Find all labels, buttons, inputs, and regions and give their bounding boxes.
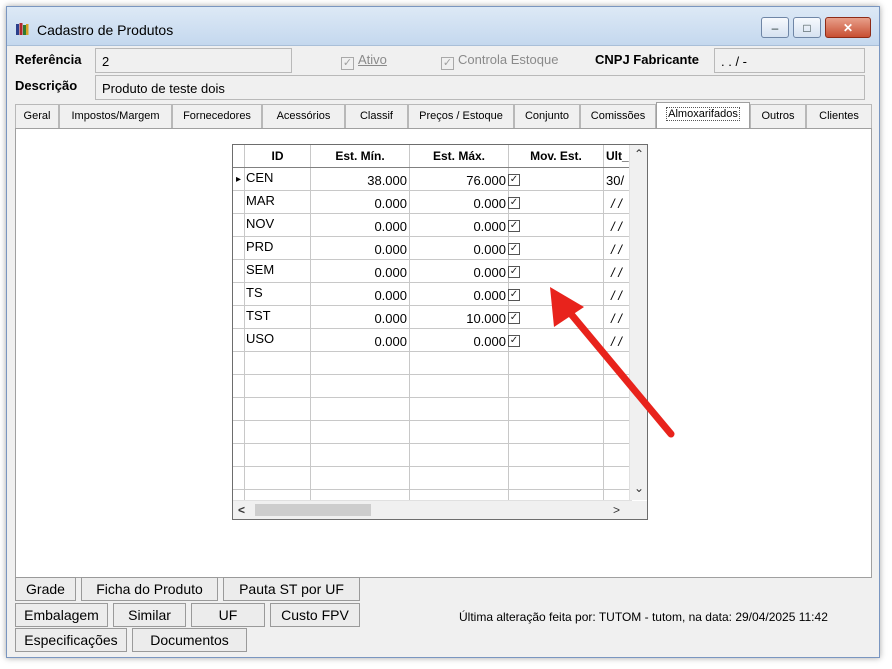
embalagem-button[interactable]: Embalagem	[15, 603, 108, 627]
referencia-label: Referência	[15, 52, 82, 67]
tab-precos-estoque[interactable]: Preços / Estoque	[408, 104, 514, 128]
arrow-shaft	[567, 310, 675, 438]
app-books-icon	[16, 23, 29, 35]
maximize-icon: □	[803, 21, 811, 35]
close-button[interactable]: ✕	[825, 17, 871, 38]
tab-acessorios-label: Acessórios	[276, 110, 331, 122]
tab-conjunto-label: Conjunto	[524, 110, 570, 122]
referencia-field[interactable]: 2	[95, 48, 292, 73]
tab-clientes[interactable]: Clientes	[806, 104, 872, 128]
tab-fornecedores-label: Fornecedores	[183, 110, 251, 122]
window-title: Cadastro de Produtos	[37, 22, 174, 38]
ativo-label: Ativo	[358, 52, 387, 67]
minimize-button[interactable]: –	[761, 17, 789, 38]
red-annotation-arrow	[550, 287, 675, 438]
ficha-do-produto-button[interactable]: Ficha do Produto	[81, 577, 218, 601]
last-change-status: Última alteração feita por: TUTOM - tuto…	[459, 610, 828, 624]
tab-impostos-margem[interactable]: Impostos/Margem	[59, 104, 172, 128]
tab-fornecedores[interactable]: Fornecedores	[172, 104, 262, 128]
tab-outros-label: Outros	[761, 110, 795, 122]
grade-button[interactable]: Grade	[15, 577, 76, 601]
tab-clientes-label: Clientes	[819, 110, 859, 122]
controla-estoque-check-icon: ✓	[441, 57, 454, 70]
tab-geral-label: Geral	[23, 110, 51, 122]
controla-estoque-label: Controla Estoque	[458, 52, 559, 67]
controla-estoque-checkbox[interactable]: ✓ Controla Estoque	[441, 52, 558, 70]
tab-classif[interactable]: Classif	[345, 104, 408, 128]
tab-almoxarifados[interactable]: Almoxarifados	[656, 102, 750, 129]
similar-button[interactable]: Similar	[113, 603, 186, 627]
product-window: Cadastro de Produtos – □ ✕ Referência 2 …	[6, 6, 880, 658]
ativo-check-icon: ✓	[341, 57, 354, 70]
maximize-button[interactable]: □	[793, 17, 821, 38]
tab-precos-label: Preços / Estoque	[419, 110, 503, 122]
ativo-checkbox[interactable]: ✓ Ativo	[341, 52, 387, 70]
especificacoes-button[interactable]: Especificações	[15, 628, 127, 652]
title-bar[interactable]: Cadastro de Produtos – □ ✕	[7, 7, 879, 46]
tab-strip: Geral Impostos/Margem Fornecedores Acess…	[15, 102, 872, 129]
documentos-button[interactable]: Documentos	[132, 628, 247, 652]
descricao-field[interactable]: Produto de teste dois	[95, 75, 865, 100]
tab-geral[interactable]: Geral	[15, 104, 59, 128]
tab-impostos-label: Impostos/Margem	[71, 110, 160, 122]
minimize-icon: –	[771, 21, 779, 35]
custo-fpv-button[interactable]: Custo FPV	[270, 603, 360, 627]
tab-comissoes[interactable]: Comissões	[580, 104, 656, 128]
tab-classif-label: Classif	[359, 110, 393, 122]
close-icon: ✕	[842, 21, 854, 35]
descricao-label: Descrição	[15, 78, 78, 93]
cnpj-label: CNPJ Fabricante	[595, 52, 700, 67]
cnpj-field[interactable]: . . / -	[714, 48, 865, 73]
tab-conjunto[interactable]: Conjunto	[514, 104, 580, 128]
tab-outros[interactable]: Outros	[750, 104, 806, 128]
pauta-st-por-uf-button[interactable]: Pauta ST por UF	[223, 577, 360, 601]
uf-button[interactable]: UF	[191, 603, 265, 627]
tab-acessorios[interactable]: Acessórios	[262, 104, 345, 128]
tab-comissoes-label: Comissões	[590, 110, 646, 122]
almoxarifados-panel: ID Est. Mín. Est. Máx. Mov. Est. Ult_ ▸ …	[15, 128, 872, 578]
tab-almoxarifados-label: Almoxarifados	[666, 107, 740, 121]
